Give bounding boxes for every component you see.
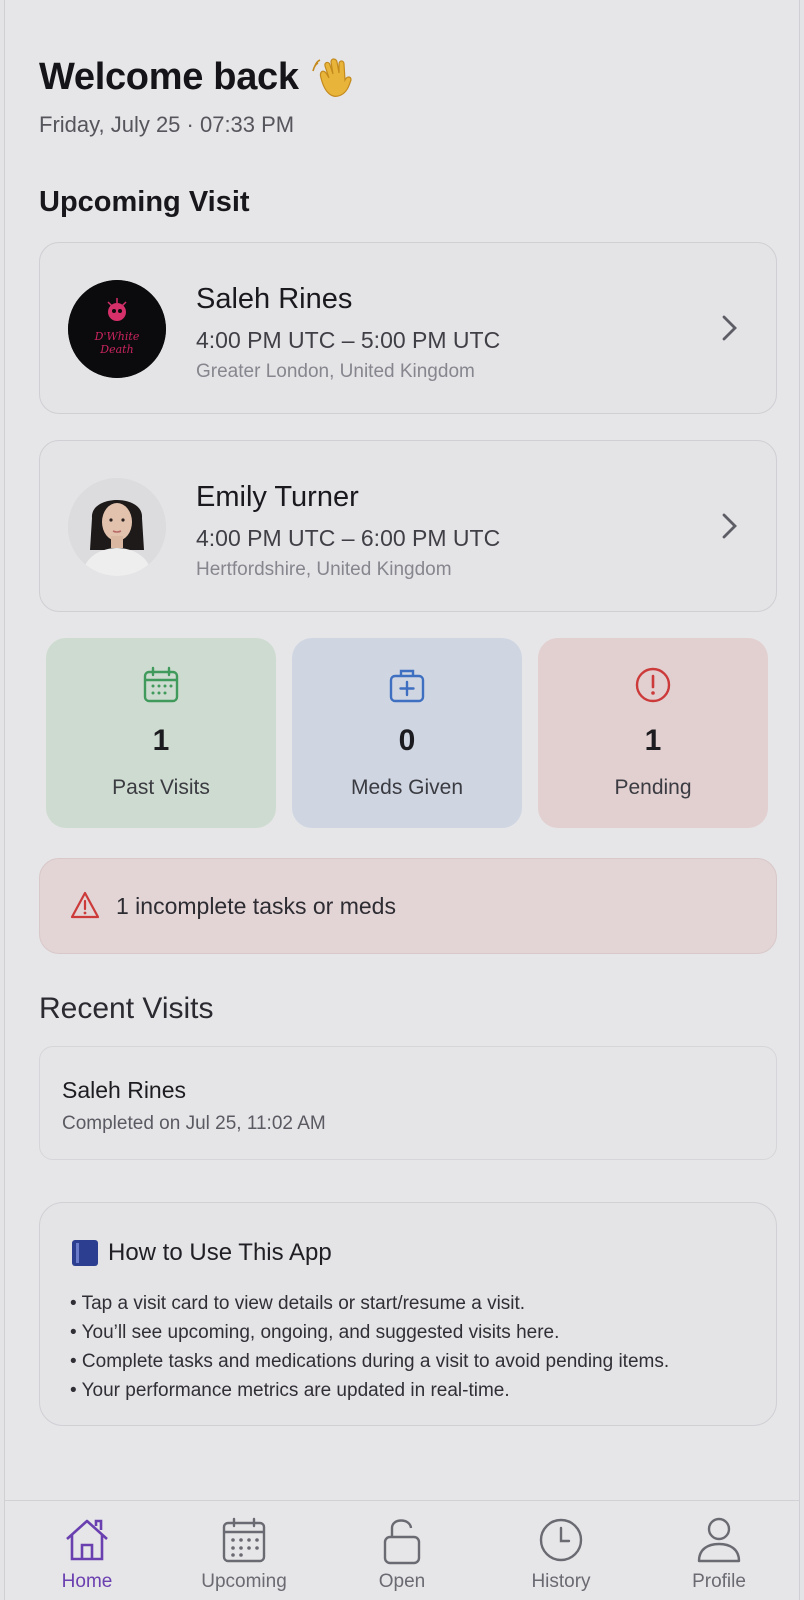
alert-text: 1 incomplete tasks or meds (116, 893, 396, 919)
chevron-right-icon (722, 513, 737, 539)
tab-label: Upcoming (201, 1571, 287, 1592)
tab-label: Open (378, 1571, 426, 1592)
recent-visit-completed: Completed on Jul 25, 11:02 AM (62, 1113, 326, 1134)
svg-text:Death: Death (99, 343, 133, 356)
how-to-item: • Your performance metrics are updated i… (70, 1380, 510, 1401)
upcoming-section-title: Upcoming Visit (39, 186, 250, 218)
warning-triangle-icon (70, 891, 100, 919)
visit-card-saleh-rines[interactable]: D'White Death Saleh Rines 4:00 PM UTC – … (39, 242, 777, 414)
tab-home[interactable]: Home (7, 1501, 167, 1600)
tab-profile[interactable]: Profile (639, 1501, 799, 1600)
clock-icon (539, 1518, 583, 1562)
stat-label: Past Visits (112, 776, 210, 799)
stat-label: Meds Given (350, 776, 464, 799)
how-to-item: • Complete tasks and medications during … (70, 1351, 670, 1372)
user-icon (697, 1517, 741, 1563)
avatar-logo-text: D'White (94, 330, 140, 343)
calendar-icon (222, 1517, 266, 1563)
stat-value: 1 (152, 724, 170, 757)
unlock-icon (383, 1519, 421, 1565)
visit-time-range: 4:00 PM UTC – 5:00 PM UTC (196, 327, 501, 353)
page-title: Welcome back (39, 54, 357, 100)
how-to-title-text: How to Use This App (108, 1239, 332, 1266)
stat-value: 0 (398, 724, 416, 757)
how-to-item: • You’ll see upcoming, ongoing, and sugg… (70, 1322, 560, 1343)
visit-patient-name: Emily Turner (196, 481, 359, 513)
tab-label: Profile (692, 1571, 746, 1592)
recent-visit-card[interactable]: Saleh Rines Completed on Jul 25, 11:02 A… (39, 1046, 777, 1160)
home-icon (66, 1519, 108, 1561)
stat-card-meds-given[interactable]: 0 Meds Given (292, 638, 522, 828)
avatar (68, 478, 166, 576)
how-to-title: How to Use This App (72, 1239, 332, 1267)
tab-history[interactable]: History (481, 1501, 641, 1600)
recent-section-title: Recent Visits (39, 992, 214, 1025)
welcome-text: Welcome back (39, 55, 299, 98)
visit-card-emily-turner[interactable]: Emily Turner 4:00 PM UTC – 6:00 PM UTC H… (39, 440, 777, 612)
book-icon (72, 1240, 98, 1266)
stat-card-pending[interactable]: 1 Pending (538, 638, 768, 828)
alert-circle-icon (635, 667, 671, 703)
how-to-item: • Tap a visit card to view details or st… (70, 1293, 526, 1314)
bottom-tab-bar: Home Upcoming Open History Profile (5, 1500, 799, 1600)
medkit-icon (389, 669, 425, 703)
recent-visit-name: Saleh Rines (62, 1077, 187, 1103)
stat-card-past-visits[interactable]: 1 Past Visits (46, 638, 276, 828)
visit-patient-name: Saleh Rines (196, 283, 353, 315)
visit-time-range: 4:00 PM UTC – 6:00 PM UTC (196, 525, 501, 551)
tab-upcoming[interactable]: Upcoming (164, 1501, 324, 1600)
app-screen: Welcome back Friday, July 25 · 07:33 PM … (4, 0, 800, 1600)
stat-label: Pending (614, 776, 692, 799)
waving-hand-icon (311, 54, 357, 100)
visit-location: Greater London, United Kingdom (196, 361, 475, 382)
visit-location: Hertfordshire, United Kingdom (196, 559, 452, 580)
stat-value: 1 (644, 724, 662, 757)
tab-label: Home (61, 1571, 113, 1592)
chevron-right-icon (722, 315, 737, 341)
tab-open[interactable]: Open (322, 1501, 482, 1600)
date-time: Friday, July 25 · 07:33 PM (39, 112, 295, 137)
tab-label: History (531, 1571, 591, 1592)
calendar-icon (143, 666, 179, 703)
how-to-card: How to Use This App • Tap a visit card t… (39, 1202, 777, 1426)
how-to-list: • Tap a visit card to view details or st… (70, 1289, 669, 1405)
avatar: D'White Death (68, 280, 166, 378)
incomplete-items-alert[interactable]: 1 incomplete tasks or meds (39, 858, 777, 954)
